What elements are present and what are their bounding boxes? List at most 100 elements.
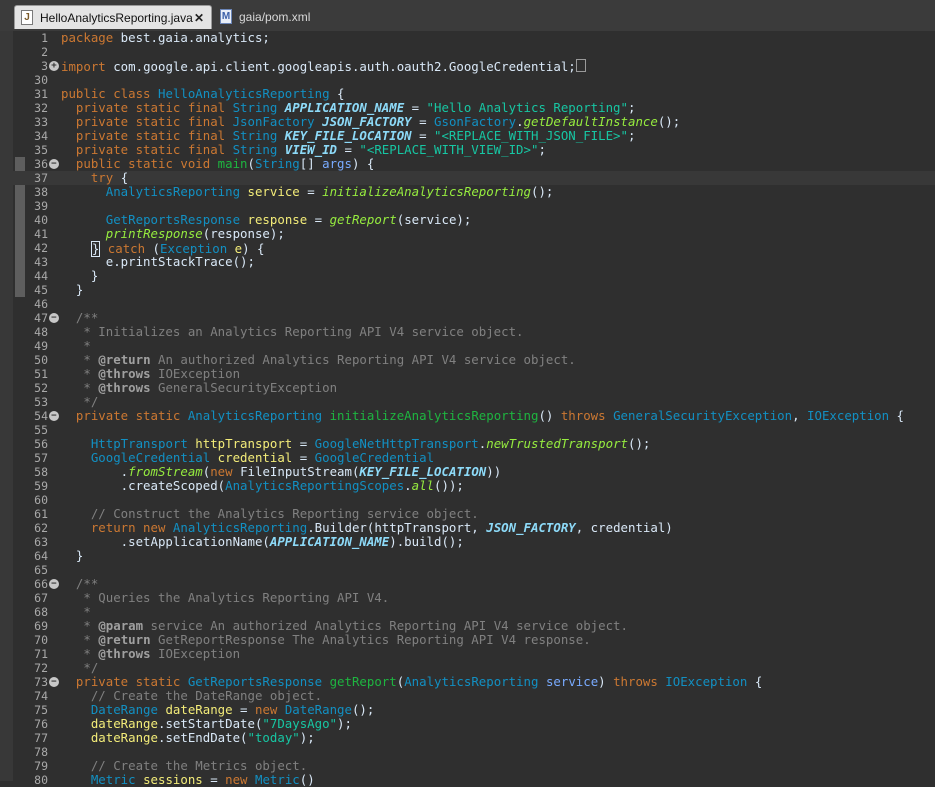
code-token: AnalyticsReportingScopes bbox=[225, 478, 405, 493]
code-token: service bbox=[545, 674, 599, 689]
code-token: } bbox=[61, 268, 99, 283]
code-line[interactable]: 44 } bbox=[0, 268, 935, 284]
line-number: 74 bbox=[34, 689, 48, 703]
code-token: Metric bbox=[254, 772, 300, 787]
code-token: "today" bbox=[247, 730, 300, 745]
code-token: = bbox=[202, 772, 226, 787]
code-line[interactable]: 45 } bbox=[0, 283, 935, 298]
fold-collapse-icon[interactable]: − bbox=[49, 677, 59, 687]
code-line[interactable]: 77 dateRange.setEndDate("today"); bbox=[0, 730, 935, 746]
code-line[interactable]: 37 try { bbox=[0, 171, 935, 185]
tab-gaia-pom-xml[interactable]: M gaia/pom.xml bbox=[214, 5, 364, 28]
fold-collapse-icon[interactable]: − bbox=[49, 411, 59, 421]
fold-collapse-icon[interactable]: − bbox=[49, 159, 59, 169]
code-line[interactable]: 55 bbox=[0, 423, 935, 437]
code-line[interactable]: 57 GoogleCredential credential = GoogleC… bbox=[0, 451, 935, 466]
code-line[interactable]: 65 bbox=[0, 563, 935, 577]
code-line[interactable]: 54− private static AnalyticsReporting in… bbox=[0, 408, 935, 424]
code-line[interactable]: 46 bbox=[0, 297, 935, 311]
code-line[interactable]: 74 // Create the DateRange object. bbox=[0, 689, 935, 704]
code-line[interactable]: 73− private static GetReportsResponse ge… bbox=[0, 674, 935, 690]
code-line[interactable]: 50 * @return An authorized Analytics Rep… bbox=[0, 353, 935, 368]
code-line[interactable]: 3 + import com.google.api.client.googleapi… bbox=[0, 59, 935, 74]
code-line[interactable]: 70 * @return GetReportResponse The Analy… bbox=[0, 633, 935, 648]
code-line[interactable]: 38 AnalyticsReporting service = initiali… bbox=[0, 184, 935, 200]
code-token: [] bbox=[299, 156, 323, 171]
code-line[interactable]: 43 e.printStackTrace(); bbox=[0, 255, 935, 270]
code-editor[interactable]: 1 package best.gaia.analytics; 2 3 + import c… bbox=[0, 31, 935, 787]
code-text: } bbox=[61, 283, 83, 297]
code-line[interactable]: 52 * @throws GeneralSecurityException bbox=[0, 381, 935, 396]
code-line[interactable]: 62 return new AnalyticsReporting.Builder… bbox=[0, 520, 935, 536]
code-line[interactable]: 39 bbox=[0, 199, 935, 213]
code-line[interactable]: 80 Metric sessions = new Metric() bbox=[0, 773, 935, 787]
code-token: // Create the Metrics object. bbox=[61, 758, 308, 773]
code-line[interactable]: 76 dateRange.setStartDate("7DaysAgo"); bbox=[0, 717, 935, 732]
code-token: HelloAnalyticsReporting bbox=[157, 86, 330, 101]
code-token: , credential) bbox=[575, 520, 673, 535]
code-line[interactable]: 63 .setApplicationName(APPLICATION_NAME)… bbox=[0, 535, 935, 550]
code-line[interactable]: 71 * @throws IOException bbox=[0, 647, 935, 662]
fold-collapse-icon[interactable]: − bbox=[49, 313, 59, 323]
code-line[interactable]: 41 printResponse(response); bbox=[0, 227, 935, 242]
code-token: } bbox=[61, 548, 84, 563]
code-token: AnalyticsReporting bbox=[187, 408, 330, 423]
code-line[interactable]: 47− /** bbox=[0, 311, 935, 326]
fold-expand-icon[interactable]: + bbox=[49, 61, 59, 71]
code-line[interactable]: 61 // Construct the Analytics Reporting … bbox=[0, 507, 935, 522]
code-line[interactable]: 56 HttpTransport httpTransport = GoogleN… bbox=[0, 436, 935, 452]
tab-hello-analytics-reporting-java[interactable]: J HelloAnalyticsReporting.java ✕ bbox=[14, 5, 212, 29]
code-line[interactable]: 58 .fromStream(new FileInputStream(KEY_F… bbox=[0, 465, 935, 480]
code-line[interactable]: 53 */ bbox=[0, 394, 935, 410]
code-line[interactable]: 59 .createScoped(AnalyticsReportingScope… bbox=[0, 478, 935, 494]
code-line[interactable]: 78 bbox=[0, 745, 935, 759]
code-token: main bbox=[217, 156, 248, 171]
code-token: ) { bbox=[351, 156, 375, 171]
code-token: () bbox=[299, 772, 315, 787]
code-line[interactable]: 48 * Initializes an Analytics Reporting … bbox=[0, 325, 935, 340]
code-line[interactable]: 32 private static final String APPLICATI… bbox=[0, 101, 935, 116]
code-token: * bbox=[61, 618, 99, 633]
line-number: 73 bbox=[34, 675, 48, 689]
code-token: AnalyticsReporting bbox=[404, 674, 546, 689]
fold-collapse-icon[interactable]: − bbox=[49, 579, 59, 589]
code-line[interactable]: 68 * bbox=[0, 605, 935, 620]
code-token: = bbox=[411, 128, 435, 143]
code-line[interactable]: 60 bbox=[0, 493, 935, 507]
code-line[interactable]: 2 bbox=[0, 45, 935, 59]
code-line[interactable]: 49 * bbox=[0, 339, 935, 354]
code-line[interactable]: 40 GetReportsResponse response = getRepo… bbox=[0, 213, 935, 228]
code-line[interactable]: 34 private static final String KEY_FILE_… bbox=[0, 128, 935, 144]
code-line[interactable]: 79 // Create the Metrics object. bbox=[0, 758, 935, 774]
line-number: 33 bbox=[34, 115, 48, 129]
code-line[interactable]: 33 private static final JsonFactory JSON… bbox=[0, 115, 935, 130]
line-number: 55 bbox=[34, 423, 48, 437]
code-token: String bbox=[254, 156, 300, 171]
line-number: 69 bbox=[34, 619, 48, 633]
code-text: private static final String VIEW_ID = "<… bbox=[61, 143, 546, 157]
code-line[interactable]: 66− /** bbox=[0, 577, 935, 592]
code-token: args bbox=[322, 156, 352, 171]
code-line[interactable]: 64 } bbox=[0, 548, 935, 564]
line-number: 38 bbox=[34, 185, 48, 199]
code-line[interactable]: 1 package best.gaia.analytics; bbox=[0, 31, 935, 46]
code-line[interactable]: 35 private static final String VIEW_ID =… bbox=[0, 143, 935, 158]
code-line[interactable]: 42 } catch (Exception e) { bbox=[0, 241, 935, 257]
code-line[interactable]: 31 public class HelloAnalyticsReporting { bbox=[0, 86, 935, 102]
line-number: 67 bbox=[34, 591, 48, 605]
code-line[interactable]: 75 DateRange dateRange = new DateRange()… bbox=[0, 703, 935, 718]
code-token: GoogleNetHttpTransport bbox=[314, 436, 479, 451]
code-line[interactable]: 67 * Queries the Analytics Reporting API… bbox=[0, 591, 935, 606]
code-line[interactable]: 72 */ bbox=[0, 661, 935, 676]
code-line[interactable]: 30 bbox=[0, 73, 935, 87]
code-line[interactable]: 51 * @throws IOException bbox=[0, 367, 935, 382]
code-text: .fromStream(new FileInputStream(KEY_FILE… bbox=[61, 465, 502, 479]
line-number: 68 bbox=[34, 605, 48, 619]
code-line[interactable]: 36− public static void main(String[] arg… bbox=[0, 156, 935, 172]
close-icon[interactable]: ✕ bbox=[194, 11, 204, 25]
line-number: 45 bbox=[34, 283, 48, 297]
code-token: */ bbox=[61, 394, 99, 409]
code-line[interactable]: 69 * @param service An authorized Analyt… bbox=[0, 618, 935, 634]
